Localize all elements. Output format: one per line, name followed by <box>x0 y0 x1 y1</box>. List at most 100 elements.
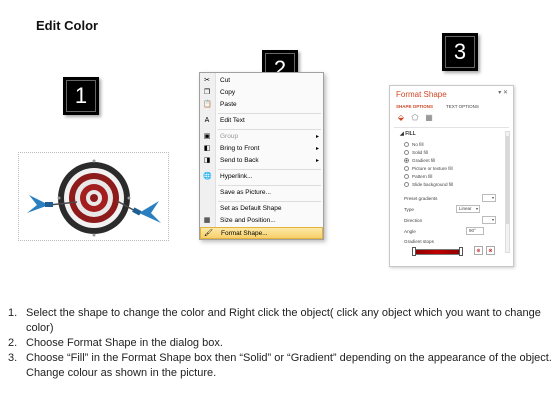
group-icon: ▣ <box>203 133 211 140</box>
type-select[interactable]: Linear ▾ <box>456 205 480 213</box>
instruction-step: 2. Choose Format Shape in the dialog box. <box>8 336 553 351</box>
menu-item-group[interactable]: ▣ Group ▸ <box>200 131 323 143</box>
menu-separator <box>218 201 321 202</box>
pane-title: Format Shape <box>396 90 447 99</box>
type-label: Type <box>404 207 414 212</box>
radio-dot <box>404 166 409 171</box>
menu-item-label: Save as Picture... <box>220 189 271 196</box>
copy-icon: ❐ <box>203 89 211 96</box>
step-number: 2. <box>8 337 18 349</box>
menu-item-hyperlink[interactable]: 🌐 Hyperlink... <box>200 171 323 183</box>
radio-picture-texture-fill[interactable]: Picture or texture fill <box>404 166 453 172</box>
section-fill-label: FILL <box>405 131 416 137</box>
preset-gradients-dropdown[interactable]: ▾ <box>482 194 496 202</box>
chevron-down-icon: ▾ <box>475 206 478 211</box>
radio-no-fill[interactable]: No fill <box>404 142 424 148</box>
remove-gradient-stop-icon[interactable]: ⊗ <box>486 246 495 255</box>
radio-dot <box>404 174 409 179</box>
context-menu: ✂ Cut ❐ Copy 📋 Paste A Edit Text ▣ Group… <box>199 72 324 240</box>
menu-item-label: Bring to Front <box>220 145 260 152</box>
radio-solid-fill[interactable]: Solid fill <box>404 150 428 156</box>
preset-gradients-label: Preset gradients <box>404 196 438 201</box>
size-properties-icon[interactable]: ▦ <box>424 113 434 123</box>
submenu-arrow-icon: ▸ <box>315 134 319 140</box>
gradient-stops-label: Gradient stops <box>404 239 434 244</box>
menu-item-paste[interactable]: 📋 Paste <box>200 99 323 111</box>
radio-dot <box>404 182 409 187</box>
menu-item-label: Hyperlink... <box>220 173 253 180</box>
step-text: Select the shape to change the color and… <box>26 307 541 334</box>
instructions-list: 1. Select the shape to change the color a… <box>8 306 553 381</box>
menu-item-label: Group <box>220 133 239 140</box>
tab-text-options[interactable]: TEXT OPTIONS <box>446 104 479 109</box>
submenu-arrow-icon: ▸ <box>315 158 319 164</box>
step-badge-3: 3 <box>442 33 478 71</box>
radio-slide-background-fill[interactable]: Slide background fill <box>404 182 453 188</box>
menu-item-size-and-position[interactable]: ▦ Size and Position... <box>200 215 323 227</box>
instruction-step: 1. Select the shape to change the color a… <box>8 306 553 336</box>
pane-scrollbar[interactable] <box>505 131 510 253</box>
menu-item-label: Copy <box>220 89 236 96</box>
gradient-stops-bar[interactable] <box>412 249 462 255</box>
pane-divider <box>394 127 509 128</box>
edit-text-icon: A <box>204 117 210 124</box>
dartboard-panel[interactable] <box>18 152 169 241</box>
step-number: 1. <box>8 307 18 319</box>
direction-label: Direction <box>404 218 423 223</box>
menu-item-cut[interactable]: ✂ Cut <box>200 75 323 87</box>
menu-item-label: Set as Default Shape <box>220 205 282 212</box>
step-number: 3. <box>8 352 18 364</box>
step-text: Choose “Fill” in the Format Shape box th… <box>26 352 552 379</box>
dartboard-illustration <box>27 159 161 237</box>
menu-item-label: Edit Text <box>220 117 245 124</box>
effects-icon[interactable]: ⬠ <box>410 113 420 123</box>
radio-pattern-fill[interactable]: Pattern fill <box>404 174 432 180</box>
menu-item-label: Size and Position... <box>220 217 276 224</box>
menu-item-label: Cut <box>220 77 231 84</box>
fill-line-icon[interactable]: ⬙ <box>396 113 406 123</box>
tab-shape-options[interactable]: SHAPE OPTIONS <box>396 104 433 109</box>
angle-value: 90° <box>469 228 476 233</box>
radio-dot-selected <box>404 158 409 163</box>
section-fill[interactable]: ◢ FILL <box>400 131 416 137</box>
type-value: Linear <box>459 206 472 211</box>
step-badge-1: 1 <box>63 77 99 115</box>
menu-item-save-as-picture[interactable]: Save as Picture... <box>200 187 323 199</box>
bring-front-icon: ◧ <box>203 145 211 152</box>
radio-label: Gradient fill <box>412 158 436 163</box>
radio-label: Picture or texture fill <box>412 166 453 171</box>
step-text: Choose Format Shape in the dialog box. <box>26 337 223 349</box>
menu-item-format-shape[interactable]: 🖌 Format Shape... <box>200 227 323 239</box>
menu-item-set-default-shape[interactable]: Set as Default Shape <box>200 203 323 215</box>
category-icons: ⬙ ⬠ ▦ <box>396 113 446 125</box>
format-shape-pane: Format Shape ▾ ✕ SHAPE OPTIONS TEXT OPTI… <box>389 85 514 267</box>
gradient-stop-handle[interactable] <box>459 247 463 256</box>
menu-item-send-to-back[interactable]: ◨ Send to Back ▸ <box>200 155 323 167</box>
radio-gradient-fill[interactable]: Gradient fill <box>404 158 435 164</box>
scrollbar-thumb[interactable] <box>506 136 509 224</box>
menu-item-label: Send to Back <box>220 157 259 164</box>
menu-separator <box>218 169 321 170</box>
menu-separator <box>218 113 321 114</box>
angle-label: Angle <box>404 229 416 234</box>
size-position-icon: ▦ <box>203 217 211 224</box>
submenu-arrow-icon: ▸ <box>315 146 319 152</box>
angle-input[interactable]: 90° <box>466 227 484 235</box>
menu-separator <box>218 129 321 130</box>
menu-item-label: Format Shape... <box>221 230 268 237</box>
instruction-step: 3. Choose “Fill” in the Format Shape box … <box>8 351 553 381</box>
menu-item-bring-to-front[interactable]: ◧ Bring to Front ▸ <box>200 143 323 155</box>
gradient-stop-handle[interactable] <box>412 247 416 256</box>
page-title: Edit Color <box>36 18 99 33</box>
scissors-icon: ✂ <box>204 77 210 84</box>
radio-label: Pattern fill <box>412 174 433 179</box>
format-shape-icon: 🖌 <box>204 230 213 237</box>
menu-item-edit-text[interactable]: A Edit Text <box>200 115 323 127</box>
send-back-icon: ◨ <box>203 157 211 164</box>
add-gradient-stop-icon[interactable]: ⊕ <box>474 246 483 255</box>
menu-item-copy[interactable]: ❐ Copy <box>200 87 323 99</box>
radio-label: Solid fill <box>412 150 428 155</box>
direction-dropdown[interactable]: ▾ <box>482 216 496 224</box>
menu-item-label: Paste <box>220 101 237 108</box>
pane-close-icon[interactable]: ▾ ✕ <box>498 89 508 96</box>
